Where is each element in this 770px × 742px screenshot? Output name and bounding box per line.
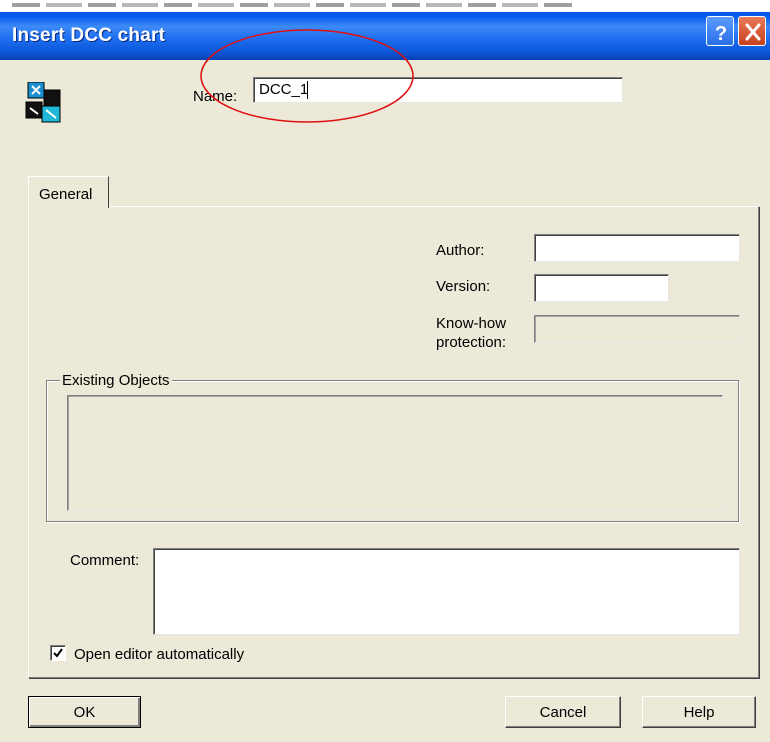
tab-general-label: General: [39, 186, 93, 203]
existing-objects-list[interactable]: [67, 395, 723, 511]
question-mark-icon: ?: [715, 23, 727, 45]
author-label: Author:: [436, 242, 485, 259]
titlebar-close-button[interactable]: [738, 16, 766, 46]
author-input[interactable]: [534, 234, 740, 262]
checkmark-icon: [53, 648, 63, 658]
existing-objects-label: Existing Objects: [60, 372, 172, 389]
dcc-chart-icon: [25, 82, 61, 123]
version-input[interactable]: [534, 274, 669, 302]
svg-text:?: ?: [715, 23, 727, 45]
knowhow-protection-field: [534, 315, 740, 343]
knowhow-label-line1: Know-how: [436, 315, 507, 332]
comment-label: Comment:: [70, 552, 140, 569]
comment-textarea[interactable]: [153, 548, 740, 635]
ok-button[interactable]: OK: [28, 696, 141, 728]
tab-general[interactable]: General: [28, 176, 109, 208]
version-label: Version:: [436, 278, 491, 295]
highlight-circle: [200, 29, 414, 123]
window-title: Insert DCC chart: [12, 25, 166, 46]
background-window-text: [12, 3, 572, 7]
open-editor-checkbox[interactable]: [50, 645, 66, 661]
help-button[interactable]: Help: [642, 696, 756, 728]
close-icon: [745, 23, 761, 41]
cancel-button[interactable]: Cancel: [505, 696, 621, 728]
titlebar-help-button[interactable]: ?: [706, 16, 734, 46]
knowhow-label-line2: protection:: [436, 334, 507, 351]
open-editor-label[interactable]: Open editor automatically: [74, 646, 244, 663]
